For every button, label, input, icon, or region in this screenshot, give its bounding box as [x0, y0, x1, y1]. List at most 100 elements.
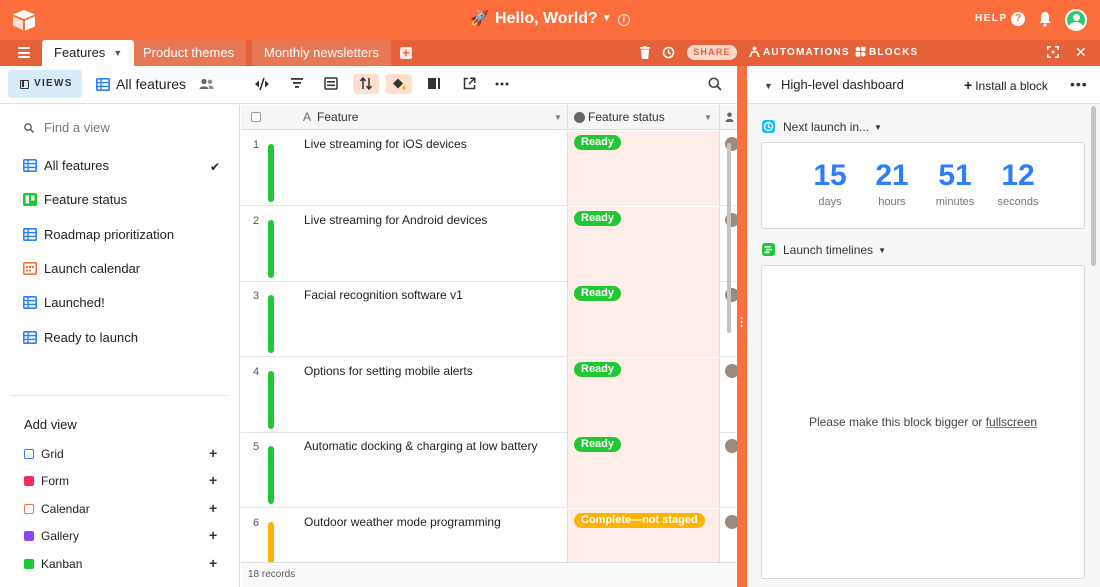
column-header-feature[interactable]: A Feature [303, 110, 358, 124]
select-all-checkbox[interactable] [251, 112, 261, 122]
row-height-button[interactable] [421, 74, 447, 94]
user-avatar[interactable] [1065, 9, 1087, 31]
add-view-grid[interactable]: Grid [24, 446, 64, 462]
sidebar-item-roadmap-prioritization[interactable]: Roadmap prioritization [23, 225, 174, 245]
feature-cell[interactable]: Live streaming for iOS devices [304, 137, 467, 151]
share-view-button[interactable] [456, 74, 482, 94]
feature-cell[interactable]: Facial recognition software v1 [304, 288, 463, 302]
add-view-calendar[interactable]: Calendar [24, 501, 90, 517]
column-header-owner[interactable] [719, 105, 737, 130]
fullscreen-icon[interactable] [1047, 46, 1059, 58]
main-panel: VIEWS All features Find a view All featu… [0, 66, 737, 587]
tab-features[interactable]: Features ▼ [42, 40, 135, 66]
hide-fields-button[interactable] [249, 74, 275, 94]
chevron-down-icon[interactable]: ▼ [554, 113, 562, 122]
row-color-bar [268, 219, 274, 278]
table-tab-bar: Features ▼ Product themes Monthly newslet… [0, 40, 1100, 66]
chevron-down-icon[interactable]: ▼ [764, 81, 773, 91]
chevron-down-icon: ▼ [874, 123, 882, 132]
chevron-down-icon[interactable]: ▼ [704, 113, 712, 122]
sidebar-item-launched[interactable]: Launched! [23, 293, 105, 313]
search-icon[interactable] [708, 77, 722, 91]
table-row[interactable]: 1 Live streaming for iOS devices Ready [241, 131, 737, 206]
table-row[interactable]: 4 Options for setting mobile alerts Ready [241, 357, 737, 433]
status-cell[interactable]: Ready [567, 131, 719, 206]
add-kanban-plus-icon[interactable]: + [209, 555, 217, 571]
find-view-input[interactable]: Find a view [24, 120, 110, 135]
sidebar-item-ready-to-launch[interactable]: Ready to launch [23, 328, 138, 348]
collaborative-view-icon[interactable] [199, 78, 214, 90]
countdown-minutes: 51 minutes [935, 159, 975, 208]
avatar [725, 514, 737, 529]
drag-handle-icon[interactable] [740, 316, 743, 328]
automations-button[interactable]: AUTOMATIONS [749, 46, 850, 58]
install-block-button[interactable]: + Install a block [964, 77, 1048, 93]
dashboard-header: ▼ High-level dashboard + Install a block … [747, 66, 1100, 104]
close-icon[interactable]: ✕ [1075, 44, 1087, 61]
add-calendar-plus-icon[interactable]: + [209, 500, 217, 516]
automations-icon [749, 46, 760, 57]
rocket-icon: 🚀 [470, 10, 489, 27]
more-icon[interactable]: ••• [1070, 76, 1088, 92]
filter-button[interactable] [284, 74, 310, 94]
more-options-button[interactable] [489, 74, 515, 94]
base-title[interactable]: 🚀 Hello, World? ▼ i [0, 9, 1100, 28]
color-button[interactable] [386, 74, 412, 94]
status-cell[interactable]: Ready [567, 282, 719, 357]
help-icon[interactable]: ? [1011, 12, 1025, 26]
sidebar-divider [10, 395, 229, 396]
kanban-view-icon [23, 193, 37, 206]
tab-monthly-newsletters[interactable]: Monthly newsletters [252, 40, 391, 66]
add-view-form[interactable]: Form [24, 473, 69, 489]
share-button[interactable]: SHARE [687, 45, 737, 60]
add-view-gallery[interactable]: Gallery [24, 528, 79, 544]
info-icon[interactable]: i [617, 14, 630, 26]
chevron-down-icon[interactable]: ▼ [113, 48, 122, 58]
table-row[interactable]: 5 Automatic docking & charging at low bat… [241, 433, 737, 508]
feature-cell[interactable]: Outdoor weather mode programming [304, 515, 501, 529]
view-toolbar: VIEWS All features [0, 66, 737, 104]
status-badge: Ready [574, 361, 622, 377]
fullscreen-link[interactable]: fullscreen [986, 415, 1037, 429]
owner-cell[interactable] [719, 357, 737, 433]
add-view-kanban[interactable]: Kanban [24, 556, 82, 572]
dashboard-title[interactable]: High-level dashboard [781, 77, 904, 92]
history-icon[interactable] [662, 46, 675, 59]
add-gallery-plus-icon[interactable]: + [209, 527, 217, 543]
countdown-block-title[interactable]: Next launch in... ▼ [762, 120, 882, 134]
help-link[interactable]: HELP [975, 13, 1008, 24]
sidebar-item-all-features[interactable]: All features [23, 156, 109, 176]
record-count: 18 records [248, 569, 296, 580]
owner-cell[interactable] [719, 433, 737, 508]
views-button[interactable]: VIEWS [8, 70, 82, 98]
status-cell[interactable]: Ready [567, 433, 719, 508]
calendar-view-icon [24, 504, 34, 514]
sort-button[interactable] [353, 74, 379, 94]
paint-bucket-icon [393, 78, 406, 90]
column-header-feature-status[interactable]: Feature status ▼ [567, 105, 719, 130]
tab-product-themes[interactable]: Product themes [131, 40, 247, 66]
dashboard-scrollbar[interactable] [1091, 106, 1096, 266]
feature-cell[interactable]: Options for setting mobile alerts [304, 364, 473, 378]
status-cell[interactable]: Ready [567, 206, 719, 282]
feature-cell[interactable]: Automatic docking & charging at low batt… [304, 439, 537, 453]
feature-cell[interactable]: Live streaming for Android devices [304, 213, 487, 227]
add-grid-plus-icon[interactable]: + [209, 445, 217, 461]
timeline-block-title[interactable]: Launch timelines ▼ [762, 243, 886, 257]
status-cell[interactable]: Ready [567, 357, 719, 433]
blocks-button[interactable]: BLOCKS [855, 46, 918, 58]
add-form-plus-icon[interactable]: + [209, 472, 217, 488]
sidebar-item-launch-calendar[interactable]: Launch calendar [23, 259, 140, 279]
trash-icon[interactable] [640, 46, 650, 59]
hamburger-menu-icon[interactable] [18, 47, 30, 58]
grid-scrollbar[interactable] [727, 143, 731, 333]
current-view-name[interactable]: All features [96, 76, 186, 92]
add-table-icon[interactable]: + [400, 47, 412, 59]
timeline-icon [762, 243, 775, 256]
table-row[interactable]: 2 Live streaming for Android devices Ready [241, 206, 737, 282]
group-button[interactable] [318, 74, 344, 94]
table-row[interactable]: 3 Facial recognition software v1 Ready [241, 282, 737, 357]
bell-icon[interactable] [1038, 11, 1052, 27]
sidebar-item-feature-status[interactable]: Feature status [23, 190, 127, 210]
panel-resize-handle[interactable] [737, 66, 747, 587]
